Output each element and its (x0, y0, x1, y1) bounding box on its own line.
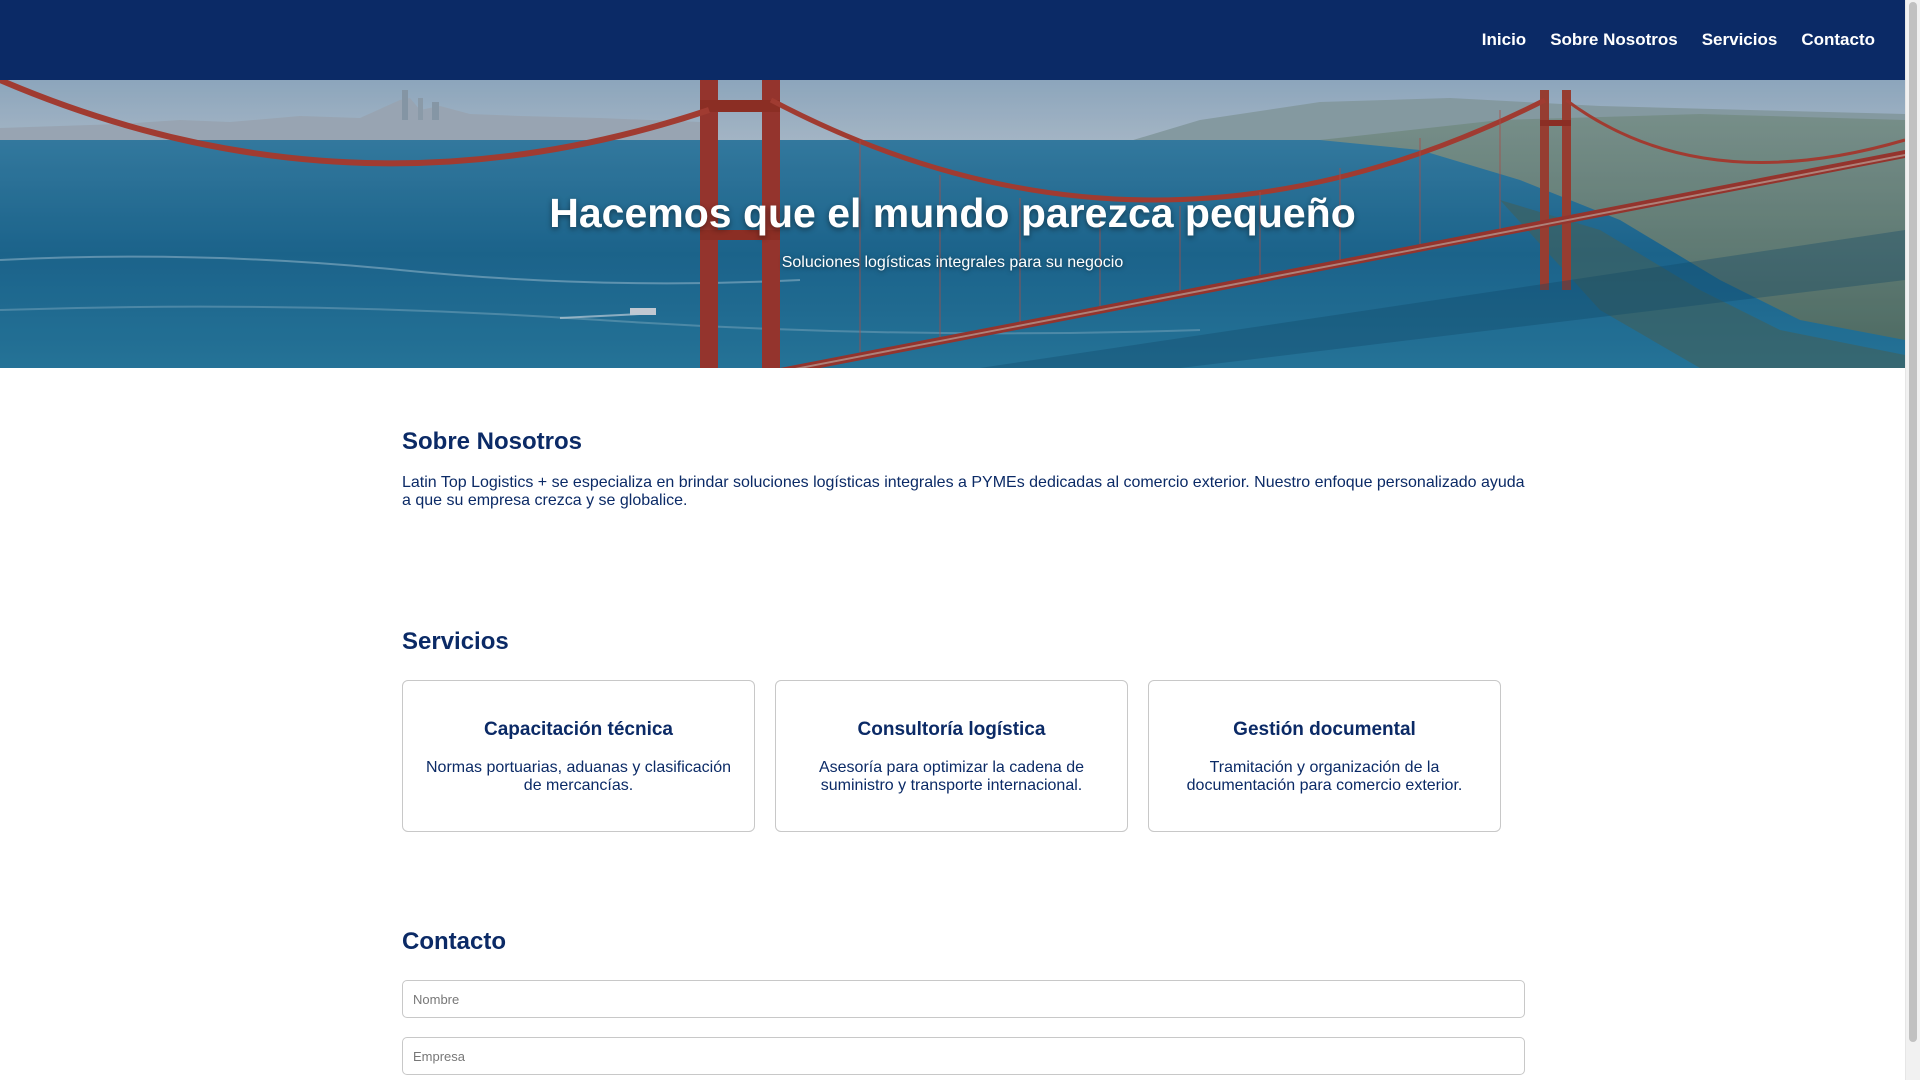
contact-title: Contacto (402, 928, 506, 955)
about-title: Sobre Nosotros (402, 428, 583, 455)
hero-banner: Hacemos que el mundo parezca pequeño Sol… (0, 80, 1905, 368)
page: Inicio Sobre Nosotros Servicios Contacto (0, 0, 1920, 1080)
services-section: Servicios Capacitación técnica Normas po… (402, 628, 1525, 832)
name-input[interactable] (402, 980, 1525, 1018)
service-card-title: Gestión documental (1233, 719, 1416, 740)
services-title: Servicios (402, 628, 509, 655)
company-input[interactable] (402, 1037, 1525, 1075)
service-card-gestion: Gestión documental Tramitación y organiz… (1148, 680, 1501, 832)
service-card-consultoria: Consultoría logística Asesoría para opti… (775, 680, 1128, 832)
hero-title: Hacemos que el mundo parezca pequeño (549, 190, 1356, 236)
service-card-title: Capacitación técnica (483, 719, 674, 740)
contact-section: Contacto (402, 928, 1525, 1075)
nav-link-inicio[interactable]: Inicio (1482, 30, 1526, 50)
about-section: Sobre Nosotros Latin Top Logistics + se … (402, 428, 1525, 510)
service-card-text: Asesoría para optimizar la cadena de sum… (818, 759, 1085, 794)
service-card-title: Consultoría logística (857, 719, 1046, 740)
nav-link-sobre-nosotros[interactable]: Sobre Nosotros (1550, 30, 1678, 50)
nav-links: Inicio Sobre Nosotros Servicios Contacto (1482, 0, 1875, 80)
navbar: Inicio Sobre Nosotros Servicios Contacto (0, 0, 1905, 80)
content-area: Inicio Sobre Nosotros Servicios Contacto (0, 0, 1905, 1080)
nav-link-servicios[interactable]: Servicios (1702, 30, 1778, 50)
service-cards: Capacitación técnica Normas portuarias, … (402, 680, 1525, 832)
scrollbar-thumb[interactable] (1909, 2, 1917, 1042)
service-card-capacitacion: Capacitación técnica Normas portuarias, … (402, 680, 755, 832)
nav-link-contacto[interactable]: Contacto (1801, 30, 1875, 50)
hero-subtitle: Soluciones logísticas integrales para su… (781, 254, 1124, 271)
about-text: Latin Top Logistics + se especializa en … (402, 474, 1525, 509)
contact-form (402, 980, 1525, 1075)
service-card-text: Normas portuarias, aduanas y clasificaci… (425, 759, 732, 794)
service-card-text: Tramitación y organización de la documen… (1186, 759, 1463, 794)
page-scrollbar[interactable] (1905, 0, 1920, 1080)
